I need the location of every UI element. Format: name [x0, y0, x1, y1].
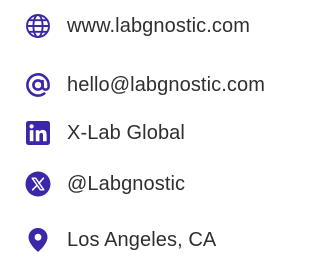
email-link[interactable]: hello@labgnostic.com: [0, 65, 315, 105]
location-link[interactable]: Los Angeles, CA: [0, 220, 315, 260]
x-twitter-text: @Labgnostic: [67, 173, 186, 195]
x-twitter-link[interactable]: @Labgnostic: [0, 164, 315, 204]
at-sign-icon: [25, 72, 51, 98]
email-text: hello@labgnostic.com: [67, 74, 265, 96]
linkedin-link[interactable]: X-Lab Global: [0, 113, 315, 153]
linkedin-text: X-Lab Global: [67, 122, 185, 144]
x-twitter-icon: [25, 171, 51, 197]
globe-icon: [25, 13, 51, 39]
website-link[interactable]: www.labgnostic.com: [0, 6, 315, 46]
location-text: Los Angeles, CA: [67, 229, 217, 251]
contact-list: www.labgnostic.com hello@labgnostic.com …: [0, 0, 315, 257]
linkedin-icon: [25, 120, 51, 146]
website-text: www.labgnostic.com: [67, 15, 250, 37]
map-pin-icon: [25, 227, 51, 253]
